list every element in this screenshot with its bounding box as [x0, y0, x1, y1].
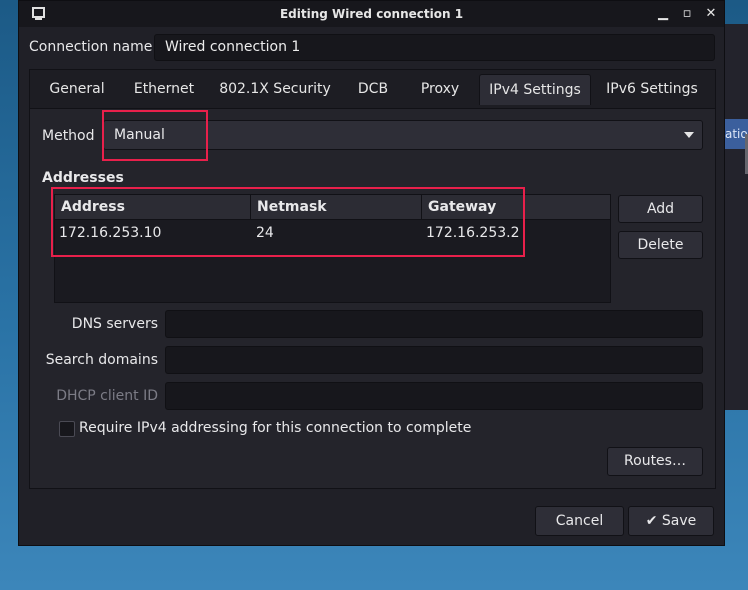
tab-bar: General Ethernet 802.1X Security DCB Pro… [30, 70, 715, 109]
tab-ethernet[interactable]: Ethernet [124, 74, 204, 104]
table-header: Address Netmask Gateway [55, 195, 610, 220]
save-label: Save [661, 513, 697, 529]
tab-802-1x-security[interactable]: 802.1X Security [216, 74, 334, 104]
maximize-icon[interactable]: ▫ [679, 5, 695, 23]
connection-name-input[interactable]: Wired connection 1 [154, 34, 715, 61]
dns-servers-label: DNS servers [71, 316, 158, 332]
background-window: ation [722, 24, 748, 410]
search-domains-input[interactable] [165, 346, 703, 374]
connection-name-label: Connection name [29, 39, 153, 55]
tab-ipv4-settings[interactable]: IPv4 Settings [479, 74, 591, 105]
window-title: Editing Wired connection 1 [279, 7, 464, 21]
dns-servers-input[interactable] [165, 310, 703, 338]
save-button[interactable]: ✔ Save [628, 506, 714, 536]
dhcp-client-id-label: DHCP client ID [56, 388, 158, 404]
method-dropdown[interactable]: Manual [103, 120, 703, 150]
tab-ipv6-settings[interactable]: IPv6 Settings [602, 74, 702, 104]
cell-netmask[interactable]: 24 [256, 225, 274, 241]
method-value: Manual [114, 127, 165, 143]
search-domains-label: Search domains [45, 352, 158, 368]
tab-proxy[interactable]: Proxy [412, 74, 468, 104]
column-header-gateway[interactable]: Gateway [422, 195, 610, 219]
method-label: Method [42, 128, 95, 144]
edit-connection-dialog: Editing Wired connection 1 ▁ ▫ ✕ Connect… [18, 0, 725, 546]
add-button[interactable]: Add [618, 195, 703, 223]
addresses-table: Address Netmask Gateway 172.16.253.10 24… [54, 194, 611, 303]
dhcp-client-id-input[interactable] [165, 382, 703, 410]
minimize-icon[interactable]: ▁ [655, 5, 671, 23]
require-ipv4-label[interactable]: Require IPv4 addressing for this connect… [79, 420, 471, 436]
addresses-label: Addresses [42, 170, 124, 186]
settings-notebook: General Ethernet 802.1X Security DCB Pro… [29, 69, 716, 489]
require-ipv4-checkbox[interactable] [59, 421, 75, 437]
checkmark-icon: ✔ [645, 513, 658, 529]
routes-button[interactable]: Routes… [607, 447, 703, 476]
title-bar[interactable]: Editing Wired connection 1 ▁ ▫ ✕ [19, 1, 724, 27]
chevron-down-icon [684, 132, 694, 138]
cancel-button[interactable]: Cancel [535, 506, 624, 536]
cell-gateway[interactable]: 172.16.253.2 [426, 225, 520, 241]
cell-address[interactable]: 172.16.253.10 [59, 225, 161, 241]
column-header-address[interactable]: Address [55, 195, 251, 219]
column-header-netmask[interactable]: Netmask [251, 195, 422, 219]
tab-general[interactable]: General [42, 74, 112, 104]
delete-button[interactable]: Delete [618, 231, 703, 259]
tab-dcb[interactable]: DCB [350, 74, 396, 104]
close-icon[interactable]: ✕ [703, 5, 719, 23]
